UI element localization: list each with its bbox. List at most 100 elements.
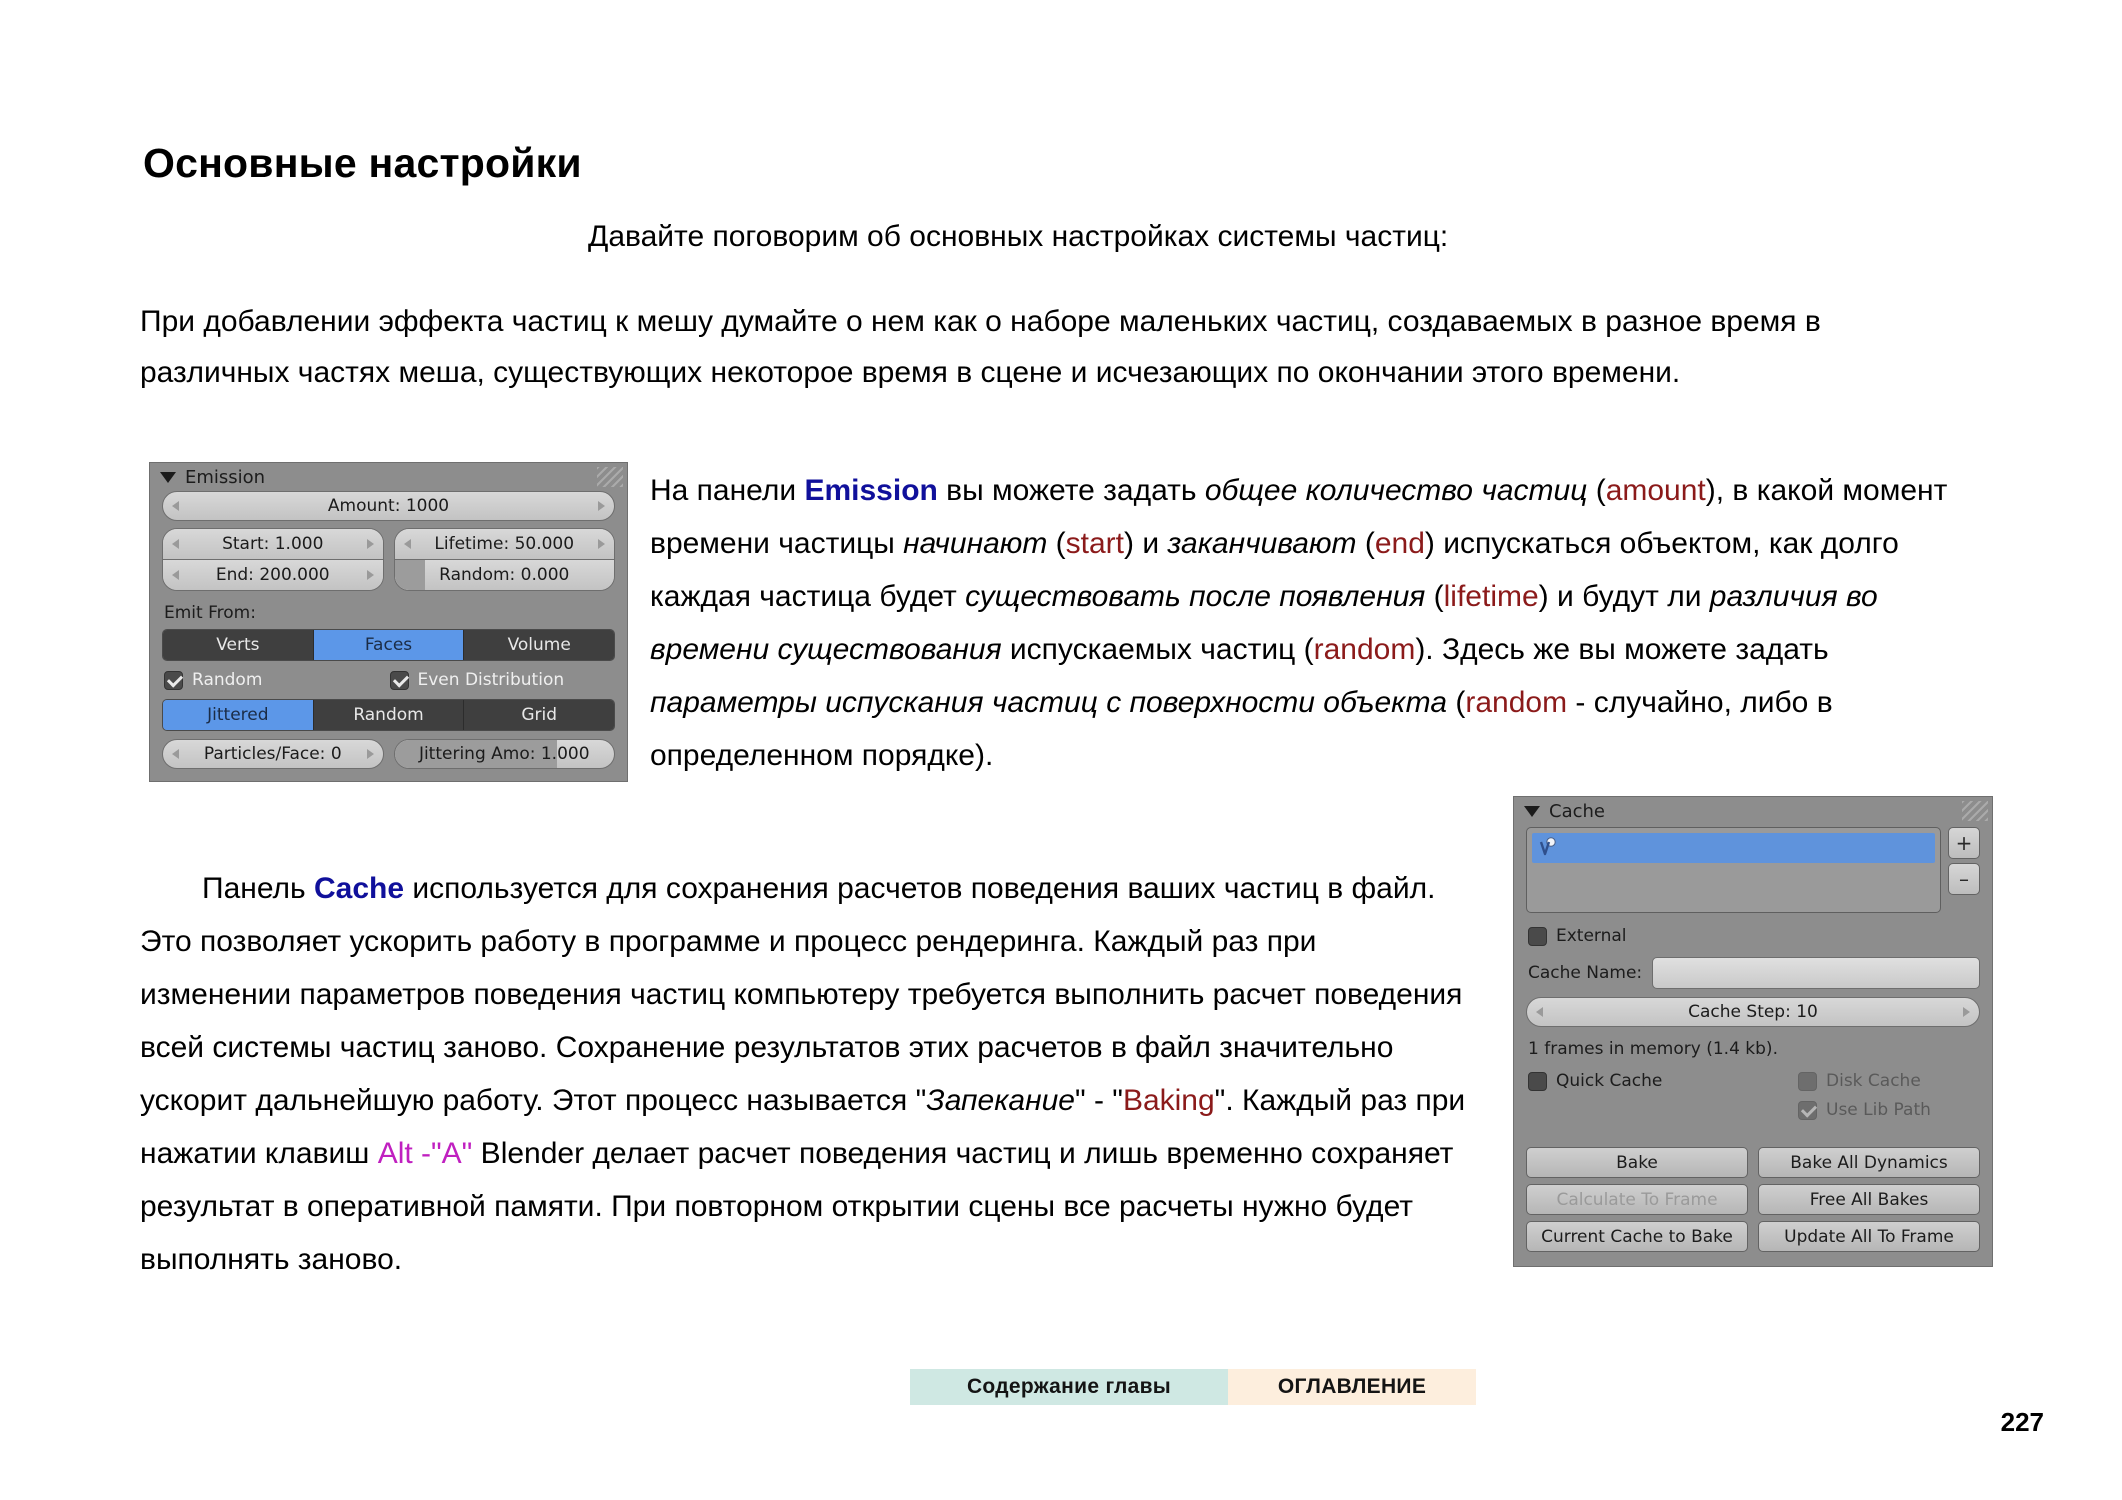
text-run: ( [1447, 686, 1466, 719]
document-page: Основные настройки Давайте поговорим об … [0, 0, 2122, 1500]
italic-run: Запекание [926, 1084, 1075, 1117]
page-title: Основные настройки [143, 140, 582, 186]
text-run: ( [1425, 580, 1444, 613]
increment-arrow-icon[interactable] [366, 539, 374, 549]
external-checkbox-label: External [1556, 926, 1627, 946]
chapter-contents-button[interactable]: Содержание главы [910, 1369, 1228, 1405]
quick-cache-checkbox[interactable]: Quick Cache [1528, 1071, 1754, 1091]
start-slider[interactable]: Start: 1.000 [163, 529, 383, 559]
free-all-bakes-button[interactable]: Free All Bakes [1758, 1184, 1980, 1215]
cache-list-controls[interactable]: + – [1948, 827, 1980, 895]
increment-arrow-icon[interactable] [598, 539, 605, 549]
distribution-toggle-group[interactable]: Jittered Random Grid [162, 699, 615, 731]
increment-arrow-icon[interactable] [366, 570, 374, 580]
cache-step-value: Cache Step: 10 [1688, 1002, 1818, 1022]
emission-panel-title: Emission [185, 466, 266, 488]
cache-panel[interactable]: Cache + – External Cache Name: Cache Ste… [1513, 796, 1993, 1267]
keyword-end: end [1374, 527, 1425, 560]
text-run: ) и будут ли [1538, 580, 1710, 613]
text-run: Панель [202, 872, 314, 905]
bake-all-dynamics-button[interactable]: Bake All Dynamics [1758, 1147, 1980, 1178]
lifetime-slider[interactable]: Lifetime: 50.000 [394, 529, 614, 559]
end-slider[interactable]: End: 200.000 [163, 559, 383, 590]
italic-run: параметры испускания частиц с поверхност… [650, 686, 1448, 719]
start-end-group[interactable]: Start: 1.000 End: 200.000 [162, 528, 384, 591]
decrement-arrow-icon[interactable] [1536, 1007, 1543, 1017]
cache-panel-header[interactable]: Cache [1514, 797, 1992, 825]
italic-run: начинают [903, 527, 1048, 560]
increment-arrow-icon[interactable] [1963, 1007, 1970, 1017]
panel-resize-grip[interactable] [1962, 801, 1988, 821]
particles-per-face-slider[interactable]: Particles/Face: 0 [162, 739, 384, 769]
lifetime-random-slider[interactable]: Random: 0.000 [394, 559, 614, 590]
keyword-lifetime: lifetime [1443, 580, 1539, 613]
random-checkbox[interactable]: Random [164, 670, 390, 690]
disk-cache-checkbox: Disk Cache [1798, 1071, 1980, 1091]
distribution-random[interactable]: Random [313, 700, 465, 730]
jittering-amount-slider[interactable]: Jittering Amo: 1.000 [393, 739, 615, 769]
emit-from-faces[interactable]: Faces [313, 630, 465, 660]
random-checkbox-label: Random [192, 670, 263, 690]
slider-fill [394, 560, 425, 590]
add-cache-button[interactable]: + [1948, 827, 1980, 859]
disk-cache-checkbox-label: Disk Cache [1826, 1071, 1921, 1091]
increment-arrow-icon[interactable] [598, 501, 605, 511]
lead-sentence: Давайте поговорим об основных настройках… [588, 220, 1449, 253]
calculate-to-frame-button: Calculate To Frame [1526, 1184, 1748, 1215]
distribution-jittered[interactable]: Jittered [163, 700, 314, 730]
cache-name-input[interactable] [1652, 957, 1980, 989]
use-lib-path-checkbox: Use Lib Path [1798, 1100, 1980, 1120]
intro-line-3: окончании этого времени. [1317, 356, 1681, 389]
cache-list-item[interactable] [1532, 833, 1935, 863]
emission-panel[interactable]: Emission Amount: 1000 Start: 1.000 End: … [149, 462, 628, 782]
cache-name-label: Cache Name: [1528, 963, 1643, 983]
italic-run: общее количество частиц [1204, 474, 1588, 507]
lifetime-random-group[interactable]: Lifetime: 50.000 Random: 0.000 [393, 528, 615, 591]
checkbox-checked-icon[interactable] [164, 670, 183, 690]
end-value: End: 200.000 [215, 565, 330, 585]
update-all-to-frame-button[interactable]: Update All To Frame [1758, 1221, 1980, 1252]
emit-from-verts[interactable]: Verts [163, 630, 314, 660]
text-run: ( [1587, 474, 1606, 507]
intro-paragraph: При добавлении эффекта частиц к мешу дум… [140, 296, 1930, 398]
emit-from-toggle-group[interactable]: Verts Faces Volume [162, 629, 615, 661]
text-run: ( [1047, 527, 1066, 560]
cache-paragraph: Панель Cache используется для сохранения… [140, 862, 1470, 1286]
lifetime-random-value: Random: 0.000 [439, 565, 570, 585]
decrement-arrow-icon[interactable] [172, 749, 179, 759]
external-checkbox[interactable]: External [1514, 913, 1992, 946]
distribution-grid[interactable]: Grid [464, 700, 614, 730]
keyword-amount: amount [1605, 474, 1706, 507]
bake-button[interactable]: Bake [1526, 1147, 1748, 1178]
footer-navigation[interactable]: Содержание главы ОГЛАВЛЕНИЕ [910, 1369, 1476, 1405]
checkbox-checked-icon[interactable] [389, 670, 409, 690]
even-distribution-checkbox-label: Even Distribution [417, 670, 565, 690]
cache-list[interactable] [1526, 827, 1941, 913]
panel-resize-grip[interactable] [597, 467, 623, 487]
decrement-arrow-icon[interactable] [172, 539, 179, 549]
decrement-arrow-icon[interactable] [172, 501, 179, 511]
checkbox-unchecked-icon[interactable] [1528, 926, 1547, 946]
amount-slider[interactable]: Amount: 1000 [162, 491, 615, 521]
emission-paragraph: На панели Emission вы можете задать обще… [650, 464, 1960, 782]
quick-cache-checkbox-label: Quick Cache [1556, 1071, 1663, 1091]
lifetime-value: Lifetime: 50.000 [434, 534, 575, 554]
keyword-baking: Baking [1122, 1084, 1215, 1117]
remove-cache-button[interactable]: – [1948, 863, 1980, 895]
checkbox-unchecked-icon[interactable] [1528, 1071, 1547, 1091]
current-cache-to-bake-button[interactable]: Current Cache to Bake [1526, 1221, 1748, 1252]
cache-step-slider[interactable]: Cache Step: 10 [1526, 997, 1980, 1027]
intro-line-1: При добавлении эффекта частиц к мешу дум… [140, 305, 1597, 338]
decrement-arrow-icon[interactable] [403, 539, 411, 549]
table-of-contents-button[interactable]: ОГЛАВЛЕНИЕ [1228, 1369, 1476, 1405]
emit-from-volume[interactable]: Volume [464, 630, 614, 660]
keyword-random-1: random [1313, 633, 1416, 666]
collapse-triangle-icon[interactable] [1524, 805, 1540, 817]
even-distribution-checkbox[interactable]: Even Distribution [389, 670, 616, 690]
text-run: ( [1356, 527, 1375, 560]
collapse-triangle-icon[interactable] [160, 471, 176, 483]
increment-arrow-icon[interactable] [366, 749, 374, 759]
emission-panel-header[interactable]: Emission [150, 463, 627, 491]
particle-system-icon [1539, 837, 1556, 856]
decrement-arrow-icon[interactable] [172, 570, 179, 580]
